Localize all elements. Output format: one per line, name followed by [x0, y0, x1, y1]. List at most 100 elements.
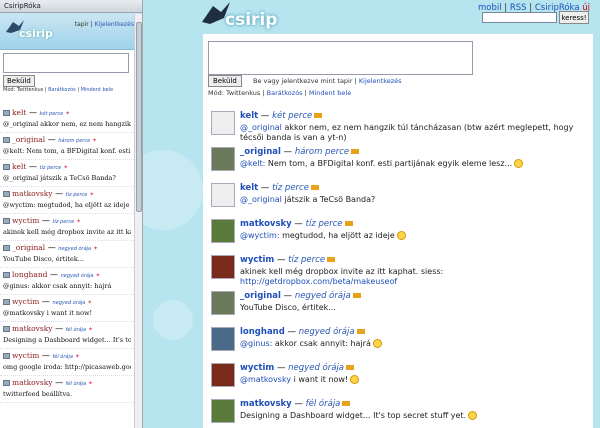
avatar[interactable]: [211, 147, 235, 171]
sidebar-item-user[interactable]: _original: [12, 135, 45, 144]
message-input[interactable]: [208, 41, 473, 75]
feed-item-text: @_original akkor nem, ez nem hangzik túl…: [240, 123, 574, 142]
site-logo[interactable]: csirip: [201, 0, 291, 32]
message-icon: [3, 352, 10, 359]
url-link[interactable]: http://getdropbox.com/beta/makeuseof: [240, 277, 397, 286]
sidebar-mode-all[interactable]: Mindent bele: [81, 87, 114, 93]
sidebar-item-user[interactable]: _original: [12, 243, 45, 252]
avatar[interactable]: [211, 399, 235, 423]
sidebar-item-user[interactable]: wyctim: [12, 216, 39, 225]
reply-icon[interactable]: ✦: [61, 164, 68, 171]
mention-link[interactable]: @ginus:: [240, 339, 272, 348]
reply-icon[interactable]: ✦: [90, 137, 97, 144]
feed-item-user[interactable]: kelt: [240, 111, 258, 121]
reply-icon[interactable]: [356, 329, 365, 334]
reply-icon[interactable]: [351, 149, 360, 154]
sidebar-item-user[interactable]: matkovsky: [12, 324, 53, 333]
sidebar-item-time[interactable]: fél órája: [66, 381, 86, 387]
reply-icon[interactable]: ✦: [93, 272, 100, 279]
feed-item-time[interactable]: negyed órája: [299, 327, 355, 337]
sidebar-item-text: akinek kell még dropbox invite az itt ka…: [3, 228, 131, 236]
sidebar-item-time[interactable]: három perce: [58, 138, 90, 144]
reply-icon[interactable]: [327, 257, 336, 262]
mention-link[interactable]: @_original: [240, 195, 282, 204]
feed-item-user[interactable]: _original: [240, 147, 281, 157]
reply-icon[interactable]: ✦: [86, 326, 93, 333]
mention-link[interactable]: @matkovsky: [240, 375, 291, 384]
feed-item-user[interactable]: longhand: [240, 327, 285, 337]
feed-item-user[interactable]: kelt: [240, 183, 258, 193]
avatar[interactable]: [211, 219, 235, 243]
mode-all[interactable]: Mindent bele: [309, 89, 351, 97]
scrollbar-thumb[interactable]: [136, 22, 142, 212]
feed-item-time[interactable]: három perce: [295, 147, 349, 157]
sidebar-item-time[interactable]: tíz perce: [66, 192, 88, 198]
mention-link[interactable]: @_original: [240, 123, 282, 132]
reply-icon[interactable]: [346, 365, 355, 370]
mention-link[interactable]: @kelt:: [240, 159, 265, 168]
reply-icon[interactable]: [344, 221, 353, 226]
sidebar-mode-friends[interactable]: Barátkozós: [48, 87, 76, 93]
feed-item-time[interactable]: tíz perce: [288, 255, 325, 265]
logout-link[interactable]: Kijelentkezés: [359, 77, 402, 85]
sidebar-item-time[interactable]: két perce: [40, 111, 64, 117]
sidebar-title: CsiripRóka: [0, 0, 142, 13]
sidebar-item-time[interactable]: fél órája: [66, 327, 86, 333]
sidebar-item-user[interactable]: kelt: [12, 108, 26, 117]
feed-item-user[interactable]: matkovsky: [240, 399, 292, 409]
reply-icon[interactable]: [314, 113, 323, 118]
sidebar-scrollbar[interactable]: [134, 14, 142, 428]
smiley-icon: [468, 411, 478, 420]
feed-item-time[interactable]: tíz perce: [272, 183, 309, 193]
feed-item-user[interactable]: matkovsky: [240, 219, 292, 229]
avatar[interactable]: [211, 291, 235, 315]
sidebar-item-time[interactable]: tíz perce: [52, 219, 74, 225]
sidebar-item-time[interactable]: negyed órája: [61, 273, 94, 279]
sidebar-item-user[interactable]: matkovsky: [12, 189, 53, 198]
reply-icon[interactable]: ✦: [86, 380, 93, 387]
reply-icon[interactable]: ✦: [87, 191, 94, 198]
reply-icon[interactable]: ✦: [85, 299, 92, 306]
feed-item-time[interactable]: negyed órája: [288, 363, 344, 373]
avatar[interactable]: [211, 183, 235, 207]
sidebar-message-input[interactable]: [3, 53, 129, 73]
feed-item-user[interactable]: wyctim: [240, 363, 274, 373]
sidebar-logout-link[interactable]: Kijelentkezés: [95, 21, 134, 28]
sidebar-item-time[interactable]: negyed órája: [52, 300, 85, 306]
search-input[interactable]: [482, 12, 557, 23]
reply-icon[interactable]: ✦: [91, 245, 98, 252]
reply-icon[interactable]: ✦: [73, 353, 80, 360]
avatar[interactable]: [211, 111, 235, 135]
sidebar-item-time[interactable]: negyed órája: [58, 246, 91, 252]
feed-item-user[interactable]: _original: [240, 291, 281, 301]
feed-item: wyctim — tíz perce akinek kell még dropbo…: [208, 251, 588, 287]
feed-item-time[interactable]: két perce: [272, 111, 312, 121]
mode-friends[interactable]: Barátkozós: [267, 89, 303, 97]
sidebar-item-time[interactable]: tíz perce: [40, 165, 62, 171]
mention-link[interactable]: @wyctim:: [240, 231, 280, 240]
reply-icon[interactable]: ✦: [74, 218, 81, 225]
reply-icon[interactable]: ✦: [63, 110, 70, 117]
sidebar-list-item: wyctim — tíz perce ✦ akinek kell még drop…: [0, 214, 134, 241]
send-button[interactable]: Beküld: [208, 75, 242, 87]
sidebar-item-user[interactable]: wyctim: [12, 297, 39, 306]
sidebar-item-user[interactable]: kelt: [12, 162, 26, 171]
avatar[interactable]: [211, 255, 235, 279]
feed-item-time[interactable]: fél órája: [306, 399, 341, 409]
smiley-icon: [514, 159, 524, 168]
avatar[interactable]: [211, 327, 235, 351]
reply-icon[interactable]: [352, 293, 361, 298]
sidebar-item-user[interactable]: wyctim: [12, 351, 39, 360]
search-button[interactable]: keress!: [559, 11, 589, 24]
feed-item-time[interactable]: tíz perce: [306, 219, 343, 229]
avatar[interactable]: [211, 363, 235, 387]
reply-icon[interactable]: [342, 401, 351, 406]
sidebar-item-time[interactable]: fél órája: [52, 354, 72, 360]
sidebar-send-button[interactable]: Beküld: [3, 75, 35, 87]
sidebar-item-user[interactable]: matkovsky: [12, 378, 53, 387]
feed-item-user[interactable]: wyctim: [240, 255, 274, 265]
feed-item-time[interactable]: negyed órája: [295, 291, 351, 301]
sidebar-item-user[interactable]: longhand: [12, 270, 47, 279]
reply-icon[interactable]: [310, 185, 319, 190]
sidebar-list-item: matkovsky — fél órája ✦ Designing a Dashb…: [0, 322, 134, 349]
